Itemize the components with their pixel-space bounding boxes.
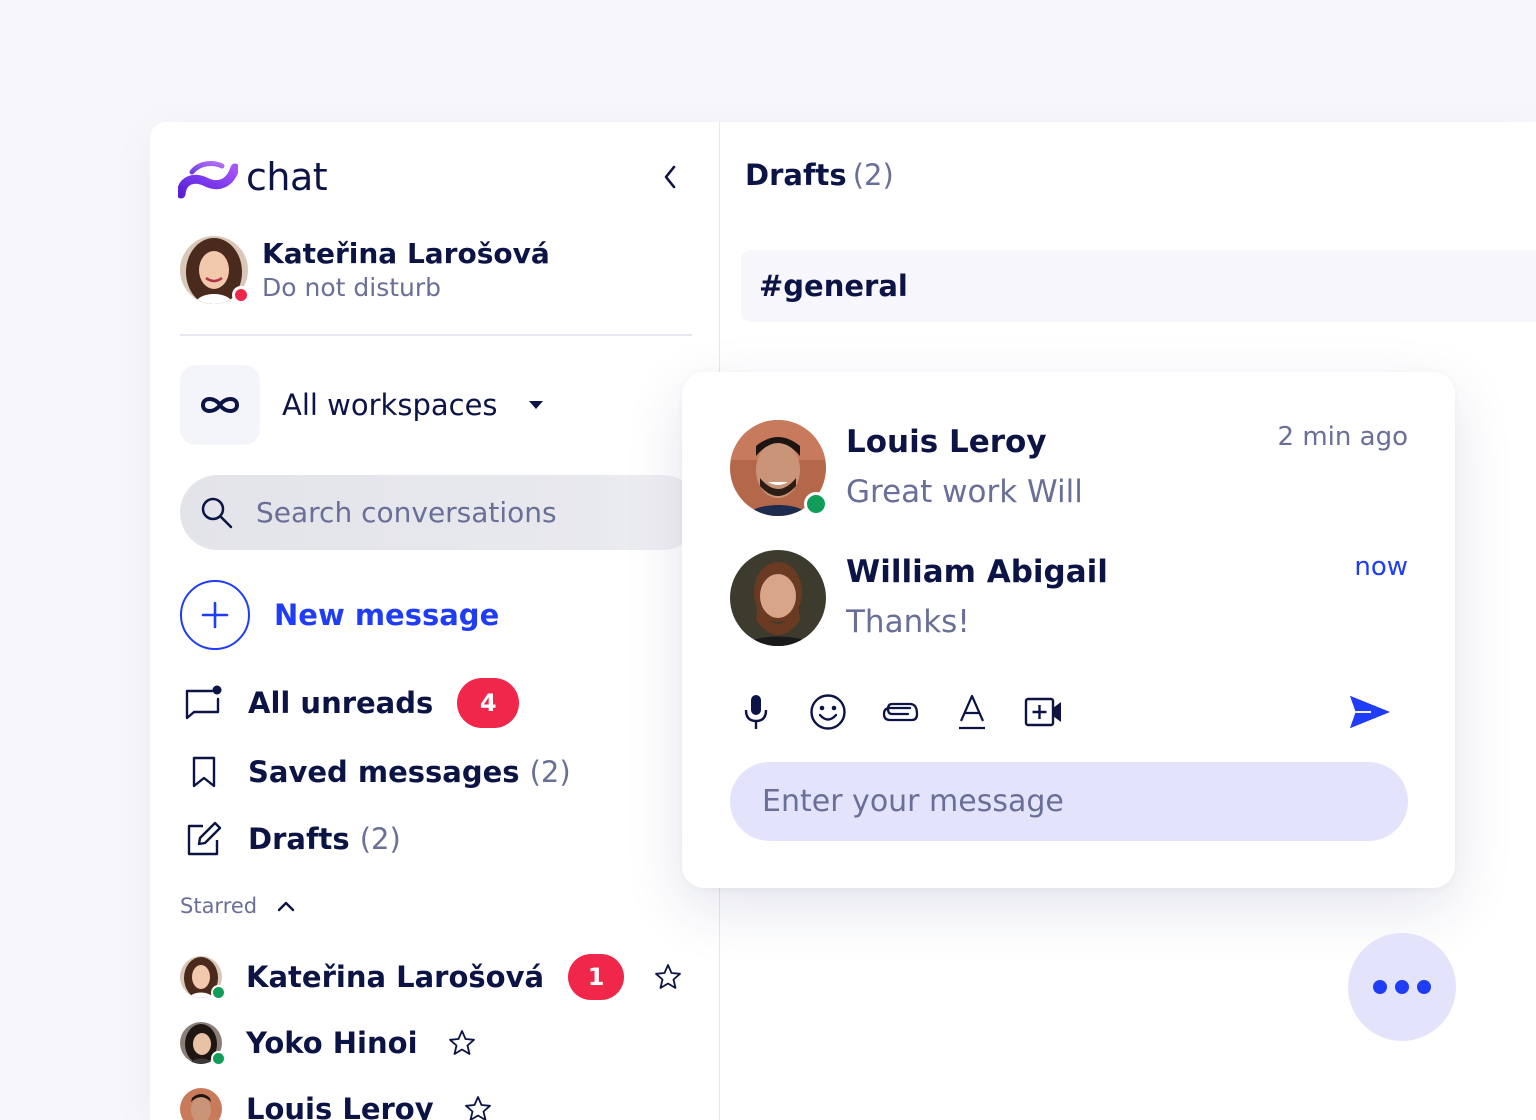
status-dnd-indicator: [232, 286, 250, 304]
search-input[interactable]: [256, 496, 676, 529]
message-input[interactable]: [762, 784, 1362, 819]
microphone-icon: [744, 695, 768, 729]
nav-count: (2): [529, 755, 571, 789]
nav-saved-messages[interactable]: Saved messages (2): [184, 752, 571, 792]
starred-section-label: Starred: [180, 894, 258, 918]
avatar: [730, 420, 828, 516]
microphone-button[interactable]: [734, 690, 778, 734]
starred-name: Yoko Hinoi: [246, 1026, 418, 1060]
message-timestamp: now: [1354, 552, 1408, 582]
edit-icon: [184, 819, 224, 859]
channel-name: #general: [759, 269, 908, 303]
workspace-selector[interactable]: All workspaces: [180, 365, 544, 445]
send-button[interactable]: [1348, 690, 1392, 734]
user-profile[interactable]: Kateřina Larošová Do not disturb: [180, 236, 550, 304]
unread-count-badge: 1: [568, 954, 625, 1000]
starred-name: Kateřina Larošová: [246, 960, 545, 994]
star-icon[interactable]: [464, 1095, 492, 1120]
logo-mark-icon: [178, 161, 238, 199]
caret-down-icon: [528, 401, 543, 409]
message-author: William Abigail: [846, 554, 1108, 590]
unread-count-badge: 4: [457, 678, 520, 728]
page-title-text: Drafts: [745, 158, 847, 192]
message-composer[interactable]: [730, 762, 1408, 841]
logo-text: chat: [246, 155, 328, 199]
nav-label: Saved messages: [248, 755, 520, 789]
starred-name: Louis Leroy: [246, 1092, 434, 1120]
chevron-left-icon: [664, 165, 676, 189]
sidebar: chat Kateřina Larošová Do not disturb Al…: [150, 122, 720, 1120]
search-bar[interactable]: [180, 475, 700, 550]
starred-item[interactable]: Yoko Hinoi: [180, 1022, 476, 1066]
draft-thread-card: Louis Leroy Great work Will 2 min ago Wi…: [682, 372, 1455, 888]
message-item[interactable]: William Abigail Thanks! now: [730, 550, 1410, 650]
avatar: [180, 1088, 222, 1120]
online-indicator: [804, 492, 828, 516]
chevron-up-icon: [277, 901, 295, 912]
app-logo[interactable]: chat: [178, 154, 328, 200]
video-button[interactable]: [1022, 690, 1066, 734]
emoji-button[interactable]: [806, 690, 850, 734]
composer-toolbar: [734, 690, 1404, 734]
nav-drafts[interactable]: Drafts (2): [184, 819, 401, 859]
message-item[interactable]: Louis Leroy Great work Will 2 min ago: [730, 420, 1410, 520]
divider: [180, 334, 692, 336]
avatar: [180, 1022, 226, 1066]
star-icon[interactable]: [654, 963, 682, 991]
starred-item[interactable]: Louis Leroy: [180, 1088, 492, 1120]
profile-name: Kateřina Larošová: [262, 237, 550, 270]
collapse-sidebar-button[interactable]: [655, 162, 685, 192]
star-icon[interactable]: [448, 1029, 476, 1057]
paperclip-icon: [882, 702, 919, 722]
page-title: Drafts (2): [745, 158, 894, 192]
avatar: [730, 550, 826, 646]
page-title-count: (2): [852, 158, 894, 192]
text-format-icon: [959, 694, 985, 730]
bookmark-icon: [184, 752, 224, 792]
nav-all-unreads[interactable]: All unreads 4: [184, 678, 520, 728]
new-message-label: New message: [274, 598, 500, 632]
online-indicator: [211, 1051, 226, 1066]
online-indicator: [211, 985, 226, 1000]
workspace-label: All workspaces: [282, 388, 498, 422]
starred-section-toggle[interactable]: Starred: [180, 894, 295, 918]
video-add-icon: [1024, 697, 1061, 727]
message-timestamp: 2 min ago: [1277, 422, 1408, 452]
message-author: Louis Leroy: [846, 424, 1047, 460]
message-text: Thanks!: [846, 604, 970, 640]
new-message-button[interactable]: New message: [180, 580, 499, 650]
plus-icon: [180, 580, 250, 650]
nav-label: Drafts: [248, 822, 350, 856]
more-options-button[interactable]: [1348, 933, 1456, 1041]
nav-count: (2): [359, 822, 401, 856]
send-icon: [1349, 695, 1391, 729]
more-dot-icon: [1417, 980, 1431, 994]
chat-bubble-icon: [184, 683, 224, 723]
infinity-icon: [180, 365, 260, 445]
avatar[interactable]: [180, 236, 250, 304]
draft-channel-row[interactable]: #general: [741, 250, 1536, 322]
more-dot-icon: [1373, 980, 1387, 994]
nav-label: All unreads: [248, 686, 434, 720]
text-format-button[interactable]: [950, 690, 994, 734]
message-text: Great work Will: [846, 474, 1083, 510]
avatar: [180, 956, 226, 1000]
more-dot-icon: [1395, 980, 1409, 994]
attach-button[interactable]: [878, 690, 922, 734]
emoji-icon: [810, 694, 846, 730]
profile-status: Do not disturb: [262, 273, 442, 302]
search-icon: [201, 497, 233, 528]
starred-item[interactable]: Kateřina Larošová 1: [180, 954, 682, 1000]
